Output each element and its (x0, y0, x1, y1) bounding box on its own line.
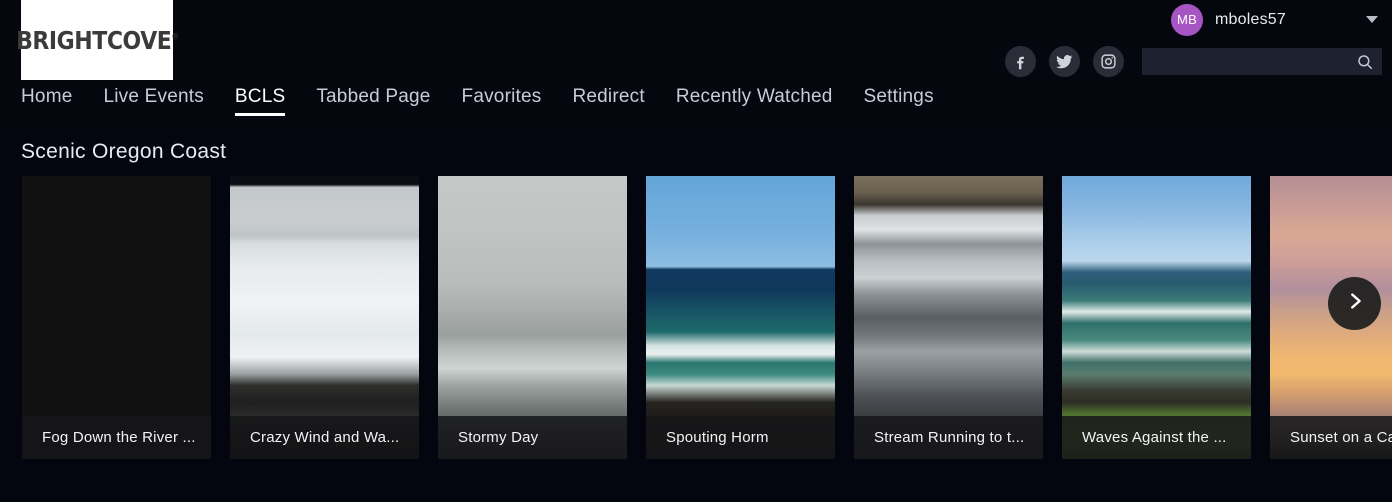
nav-item-favorites[interactable]: Favorites (462, 86, 542, 116)
chevron-down-icon[interactable] (1366, 16, 1378, 23)
nav-item-recently-watched[interactable]: Recently Watched (676, 86, 833, 116)
nav-item-home[interactable]: Home (21, 86, 72, 116)
nav-item-bcls[interactable]: BCLS (234, 86, 286, 116)
next-arrow-button[interactable] (1328, 277, 1381, 330)
video-title-bar: Spouting Horm (646, 416, 835, 459)
video-card[interactable]: Waves Against the ... (1062, 176, 1251, 459)
main-nav: Home Live Events BCLS Tabbed Page Favori… (0, 86, 1392, 132)
shelf-title: Scenic Oregon Coast (21, 140, 227, 163)
video-title-bar: Crazy Wind and Wa... (230, 416, 419, 459)
instagram-icon[interactable] (1093, 46, 1124, 77)
search-input[interactable] (1142, 48, 1356, 75)
shelf-track: Fog Down the River ... Crazy Wind and Wa… (22, 176, 1392, 459)
brightcove-logo[interactable]: BRIGHTCOVE® (16, 0, 179, 80)
facebook-icon[interactable] (1005, 46, 1036, 77)
video-card[interactable]: Stormy Day (438, 176, 627, 459)
video-title: Sunset on a Ca (1290, 429, 1392, 446)
video-title: Stormy Day (458, 429, 539, 446)
nav-item-tabbed-page[interactable]: Tabbed Page (316, 86, 430, 116)
video-title-bar: Stormy Day (438, 416, 627, 459)
chevron-right-icon (1344, 290, 1366, 317)
video-title: Waves Against the ... (1082, 429, 1227, 446)
video-card[interactable]: Spouting Horm (646, 176, 835, 459)
site-header: BRIGHTCOVE® MB mboles57 (0, 0, 1392, 86)
username-label: mboles57 (1215, 10, 1286, 28)
video-title-bar: Waves Against the ... (1062, 416, 1251, 459)
video-title: Spouting Horm (666, 429, 769, 446)
video-title: Stream Running to t... (874, 429, 1025, 446)
registered-mark: ® (170, 32, 179, 43)
nav-item-live-events[interactable]: Live Events (103, 86, 203, 116)
video-title-bar: Stream Running to t... (854, 416, 1043, 459)
video-title: Fog Down the River ... (42, 429, 196, 446)
search-box[interactable] (1142, 48, 1382, 75)
social-links (1005, 46, 1124, 77)
nav-item-settings[interactable]: Settings (864, 86, 934, 116)
nav-item-redirect[interactable]: Redirect (572, 86, 644, 116)
video-card[interactable]: Stream Running to t... (854, 176, 1043, 459)
video-title: Crazy Wind and Wa... (250, 429, 400, 446)
logo-wordmark: BRIGHTCOVE® (15, 25, 179, 55)
video-shelf: Fog Down the River ... Crazy Wind and Wa… (0, 176, 1392, 459)
video-card[interactable]: Fog Down the River ... (22, 176, 211, 459)
search-icon[interactable] (1356, 53, 1374, 71)
video-card[interactable]: Crazy Wind and Wa... (230, 176, 419, 459)
avatar: MB (1171, 3, 1204, 36)
user-menu[interactable]: MB mboles57 (1171, 3, 1378, 36)
twitter-icon[interactable] (1049, 46, 1080, 77)
video-title-bar: Sunset on a Ca (1270, 416, 1392, 459)
video-title-bar: Fog Down the River ... (22, 416, 211, 459)
